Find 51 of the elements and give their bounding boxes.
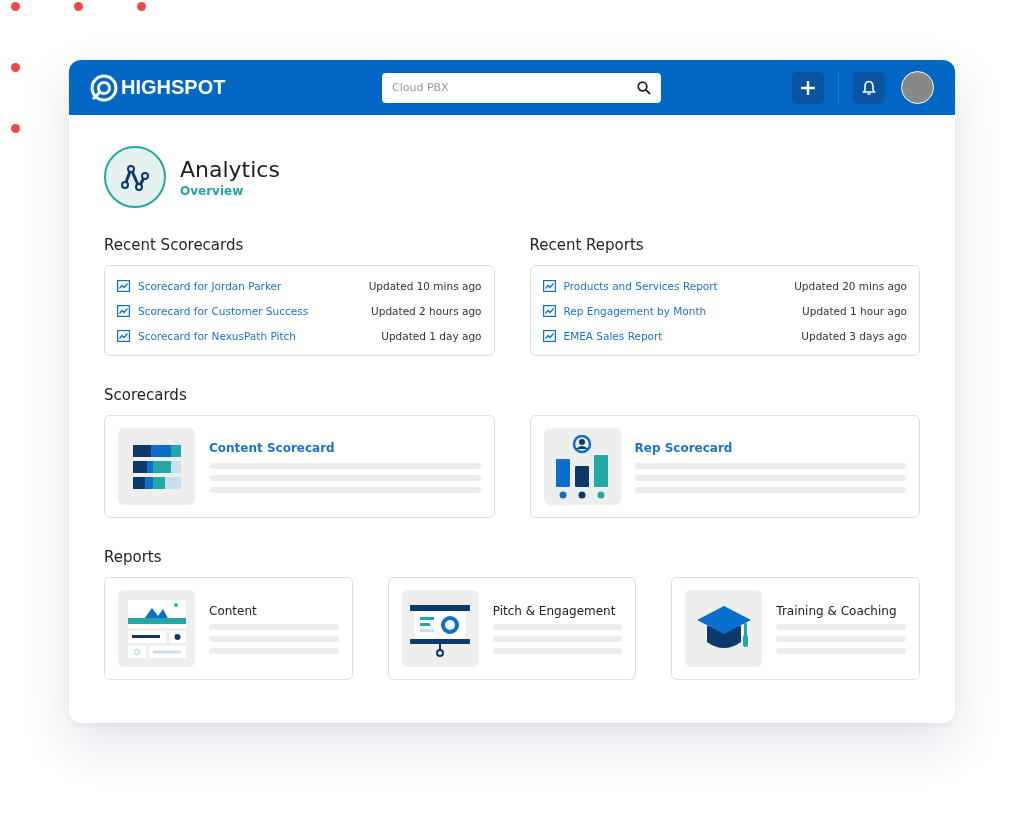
page-title: Analytics: [180, 156, 280, 182]
chart-icon: [542, 279, 556, 292]
report-title: Content: [209, 603, 258, 618]
report-link[interactable]: Rep Engagement by Month: [563, 304, 707, 317]
add-button[interactable]: [792, 71, 824, 104]
search-field[interactable]: Cloud PBX: [382, 72, 661, 103]
report-card[interactable]: Pitch & Engagement: [387, 577, 637, 680]
scorecard-link[interactable]: Rep Scorecard: [634, 440, 906, 455]
report-link[interactable]: Scorecard for NexusPath Pitch: [138, 329, 296, 342]
section-heading: Recent Reports: [529, 236, 645, 254]
brand-name: HIGHSPOT: [121, 76, 226, 99]
section-heading: Reports: [104, 548, 163, 566]
notifications-button[interactable]: [853, 71, 885, 104]
updated-time: Updated 1 day ago: [381, 329, 482, 342]
image-layout-drawing: [127, 599, 186, 658]
chart-icon: [542, 329, 556, 342]
section-heading: Recent Scorecards: [104, 236, 245, 254]
report-title: Pitch & Engagement: [492, 603, 617, 618]
chart-icon: [117, 279, 130, 292]
chart-icon: [542, 304, 556, 317]
updated-time: Updated 1 hour ago: [802, 304, 907, 317]
section-heading: Scorecards: [104, 386, 188, 404]
report-link[interactable]: Scorecard for Jordan Parker: [138, 279, 282, 292]
scorecard-link[interactable]: Content Scorecard: [209, 440, 481, 455]
logo-icon: [90, 73, 118, 102]
plus-icon: [800, 79, 816, 96]
report-card[interactable]: Training & Coaching: [671, 577, 920, 680]
page-subtitle: Overview: [180, 183, 245, 198]
report-link[interactable]: Products and Services Report: [563, 279, 718, 292]
decorative-dot: [11, 63, 20, 72]
decorative-dot: [11, 124, 20, 133]
updated-time: Updated 2 hours ago: [371, 304, 482, 317]
report-link[interactable]: EMEA Sales Report: [563, 329, 663, 342]
chart-icon: [117, 304, 130, 317]
updated-time: Updated 20 mins ago: [794, 279, 907, 292]
scorecard-card[interactable]: Rep Scorecard: [529, 415, 920, 518]
decorative-dot: [137, 2, 146, 11]
report-link[interactable]: Scorecard for Customer Success: [138, 304, 309, 317]
decorative-dot: [74, 2, 83, 11]
bell-icon: [862, 79, 876, 96]
updated-time: Updated 10 mins ago: [368, 279, 482, 292]
chart-icon: [117, 329, 130, 342]
bar-chart-person-drawing: [554, 434, 610, 499]
report-title: Training & Coaching: [776, 603, 898, 618]
updated-time: Updated 3 days ago: [801, 329, 907, 342]
search-icon: [637, 80, 651, 95]
avatar[interactable]: [901, 71, 934, 104]
scorecard-card[interactable]: Content Scorecard: [104, 415, 495, 518]
decorative-dot: [11, 2, 20, 11]
stacked-bars-drawing: [132, 444, 181, 489]
report-card[interactable]: Content: [104, 577, 353, 680]
